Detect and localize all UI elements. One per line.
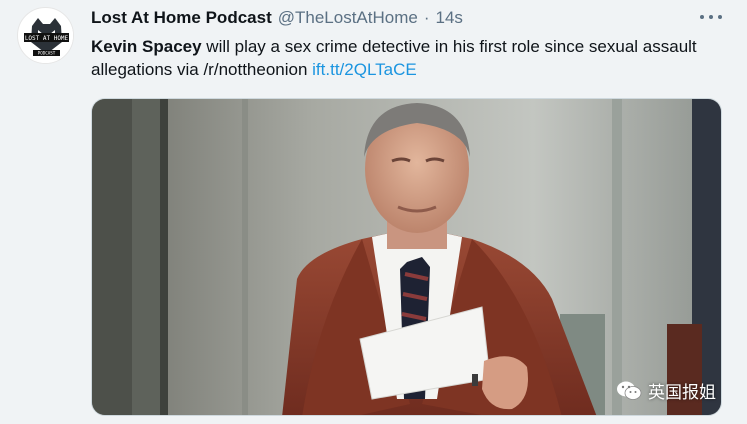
wechat-icon: [617, 381, 642, 400]
header-separator: ·: [423, 8, 430, 27]
photo-kevin-spacey: [92, 99, 721, 415]
watermark: 英国报姐: [616, 378, 716, 403]
author-name[interactable]: Lost At Home Podcast: [91, 8, 272, 28]
watermark-text: 英国报姐: [648, 383, 716, 402]
tweet-link[interactable]: ift.tt/2QLTaCE: [312, 60, 417, 79]
tweet-media-photo[interactable]: [91, 98, 722, 416]
avatar-logo-subtext: PODCAST: [38, 51, 56, 56]
author-handle[interactable]: @TheLostAtHome: [278, 8, 418, 28]
tweet[interactable]: LOST AT HOME PODCAST Lost At Home Podcas…: [0, 0, 747, 424]
avatar-logo-text: LOST AT HOME: [25, 35, 69, 42]
more-horizontal-icon[interactable]: [700, 8, 722, 26]
tweet-timestamp[interactable]: 14s: [436, 8, 463, 28]
tweet-text: Kevin Spacey will play a sex crime detec…: [91, 35, 731, 81]
podcast-logo-icon: LOST AT HOME PODCAST: [18, 8, 73, 63]
tweet-header: Lost At Home Podcast @TheLostAtHome · 14…: [91, 6, 463, 30]
avatar[interactable]: LOST AT HOME PODCAST: [17, 7, 74, 64]
tweet-text-bold: Kevin Spacey: [91, 37, 202, 56]
